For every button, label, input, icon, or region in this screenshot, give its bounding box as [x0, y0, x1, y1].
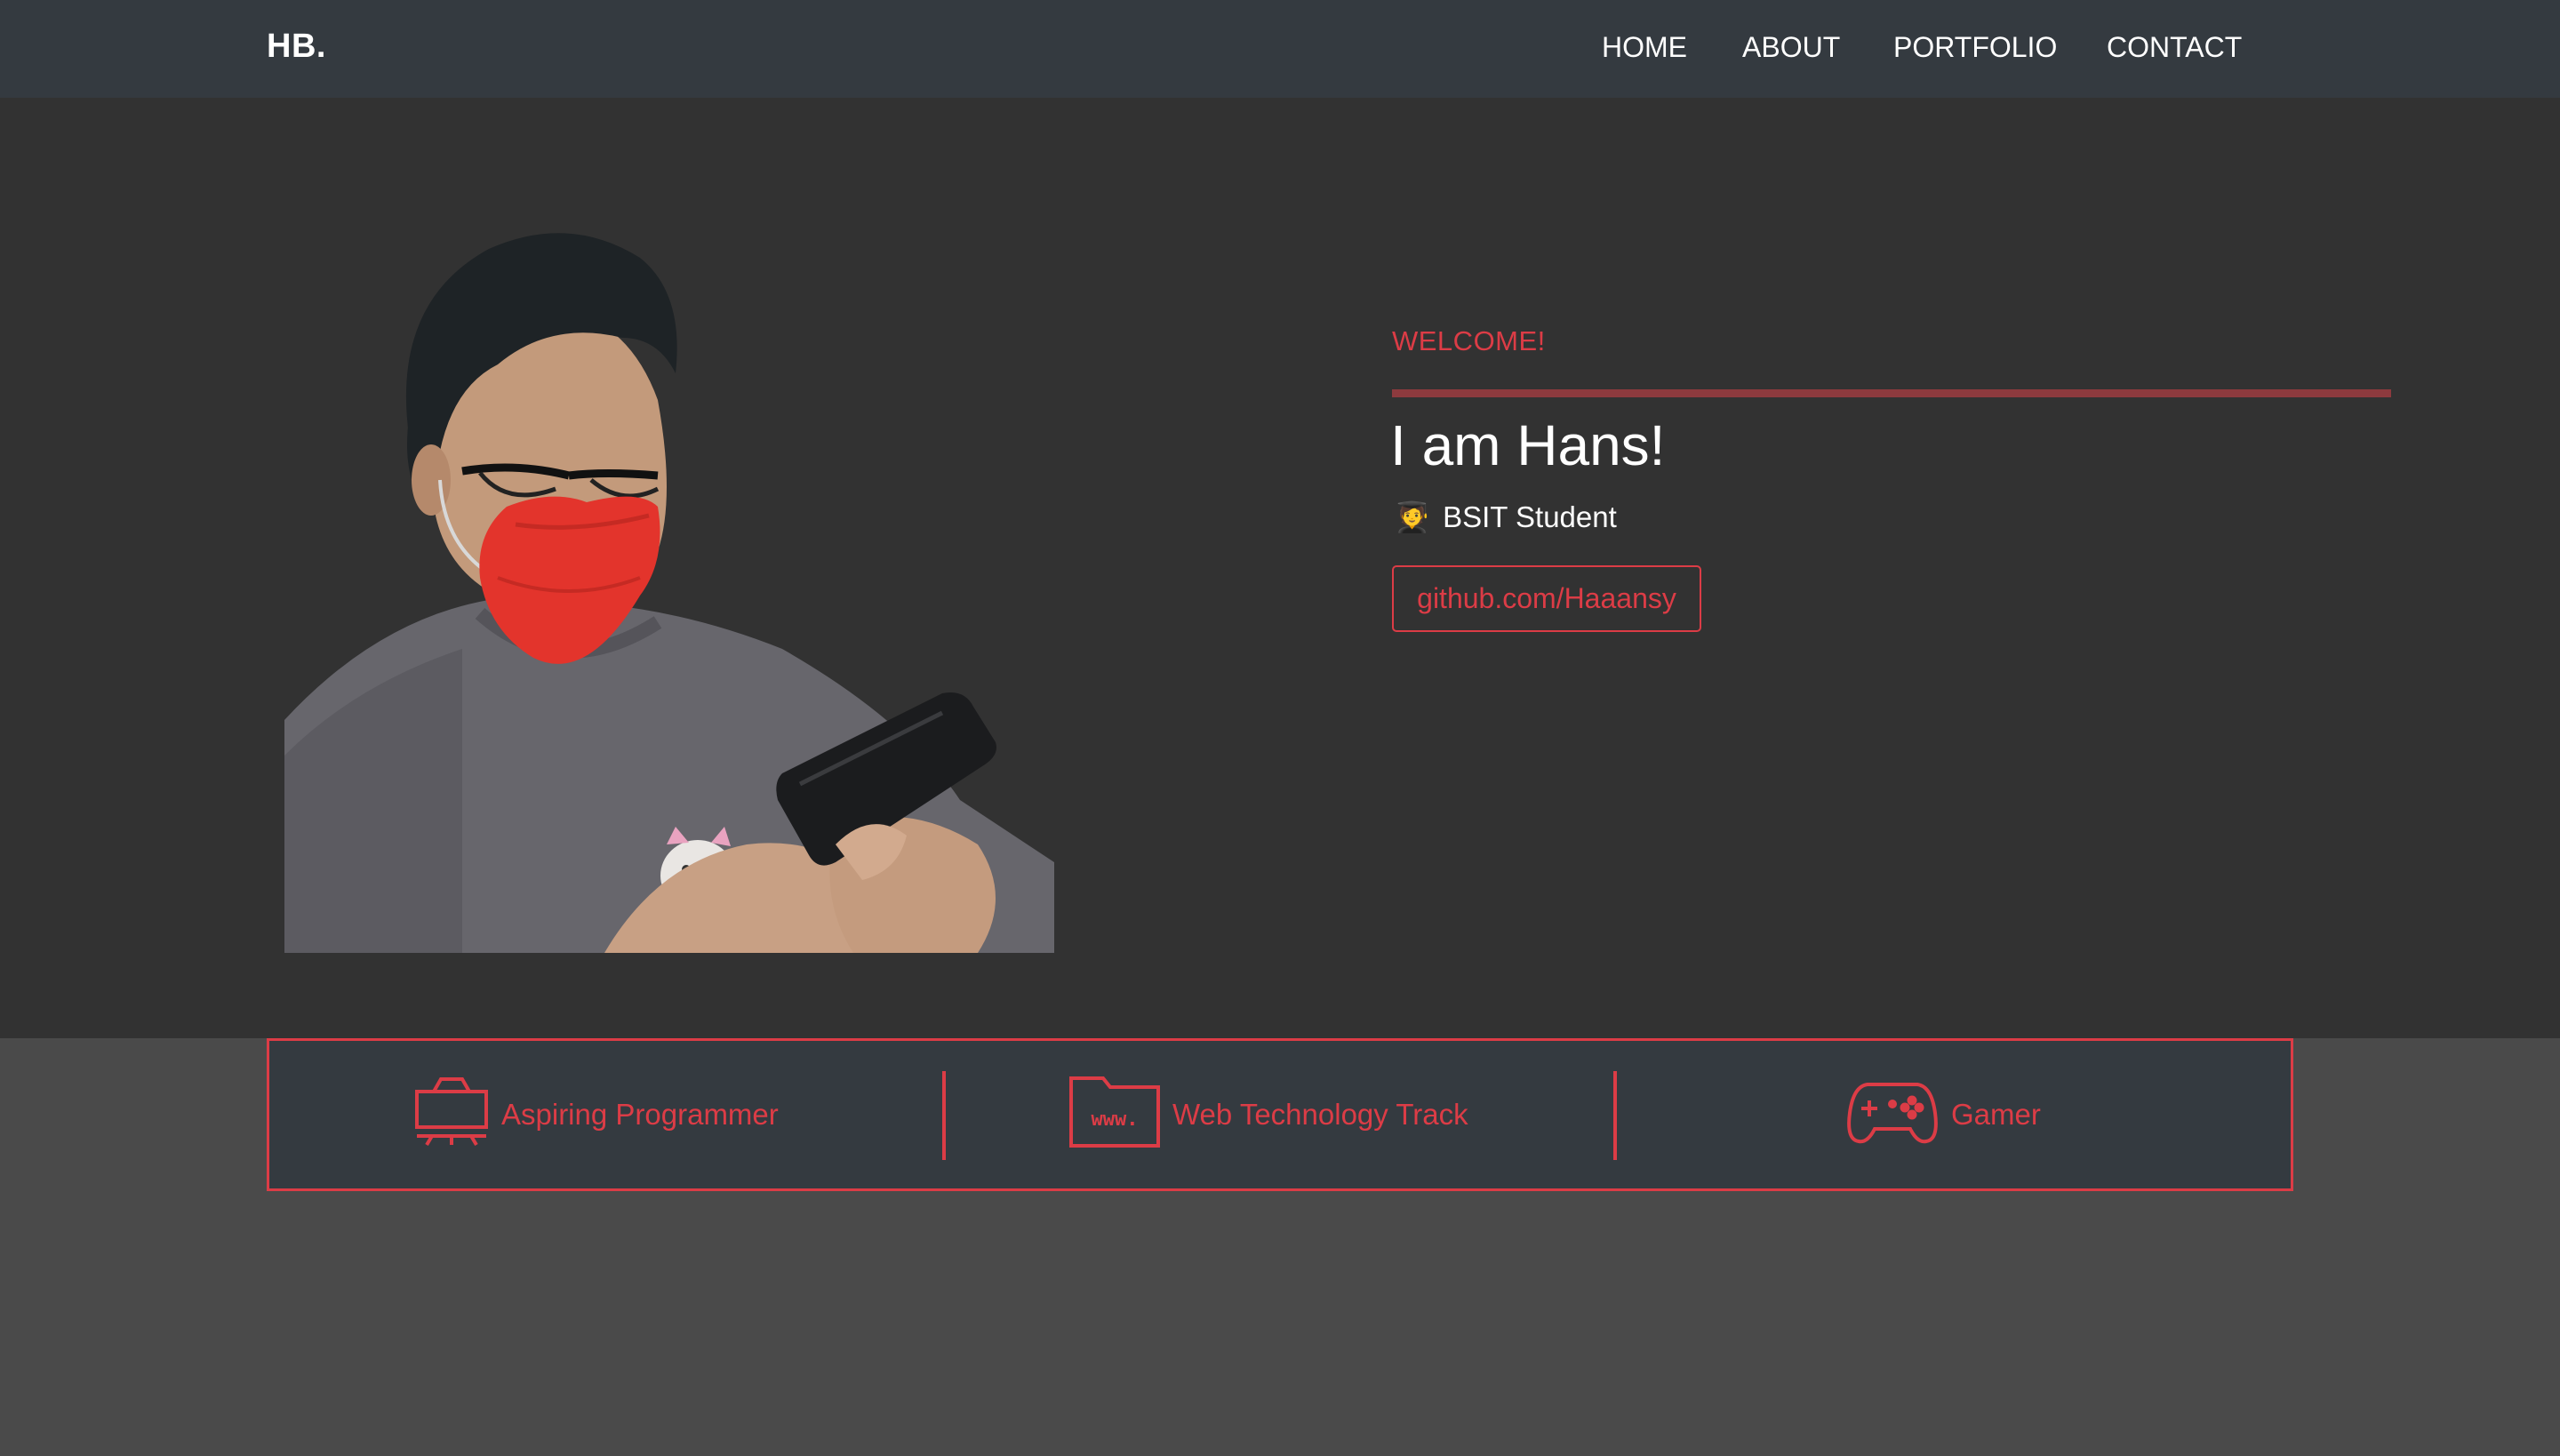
subtitle-text: BSIT Student: [1443, 500, 1617, 533]
nav-about-link[interactable]: ABOUT: [1742, 31, 1840, 64]
github-link-button[interactable]: github.com/Haaansy: [1392, 565, 1701, 632]
feature-label: Web Technology Track: [1172, 1098, 1468, 1131]
accent-divider: [1392, 389, 2391, 397]
profile-photo: [284, 222, 1054, 953]
svg-text:www.: www.: [1092, 1108, 1139, 1131]
student-emoji-icon: 🧑‍🎓: [1394, 500, 1431, 534]
feature-item-gamer: Gamer: [1846, 1041, 2041, 1188]
feature-divider: [942, 1071, 946, 1160]
monitor-icon: [414, 1076, 489, 1154]
feature-item-webtech: www. Web Technology Track: [1069, 1041, 1468, 1188]
feature-divider: [1613, 1071, 1617, 1160]
nav-contact-link[interactable]: CONTACT: [2107, 31, 2242, 64]
welcome-label: WELCOME!: [1392, 325, 1546, 356]
www-folder-icon: www.: [1069, 1075, 1160, 1155]
hero-subtitle: 🧑‍🎓 BSIT Student: [1394, 500, 1617, 535]
features-bar: Aspiring Programmer www. Web Technology …: [267, 1038, 2293, 1191]
hero-section: WELCOME! I am Hans! 🧑‍🎓 BSIT Student gith…: [0, 98, 2560, 1038]
gamepad-icon: [1846, 1077, 1939, 1152]
feature-item-programmer: Aspiring Programmer: [414, 1041, 779, 1188]
hero-headline: I am Hans!: [1390, 413, 1666, 477]
feature-label: Aspiring Programmer: [501, 1098, 779, 1131]
nav-portfolio-link[interactable]: PORTFOLIO: [1893, 31, 2057, 64]
navbar: HB. HOME ABOUT PORTFOLIO CONTACT: [0, 0, 2560, 98]
nav-home-link[interactable]: HOME: [1602, 31, 1687, 64]
nav-links: HOME ABOUT PORTFOLIO CONTACT: [0, 31, 2560, 67]
feature-label: Gamer: [1951, 1098, 2041, 1131]
